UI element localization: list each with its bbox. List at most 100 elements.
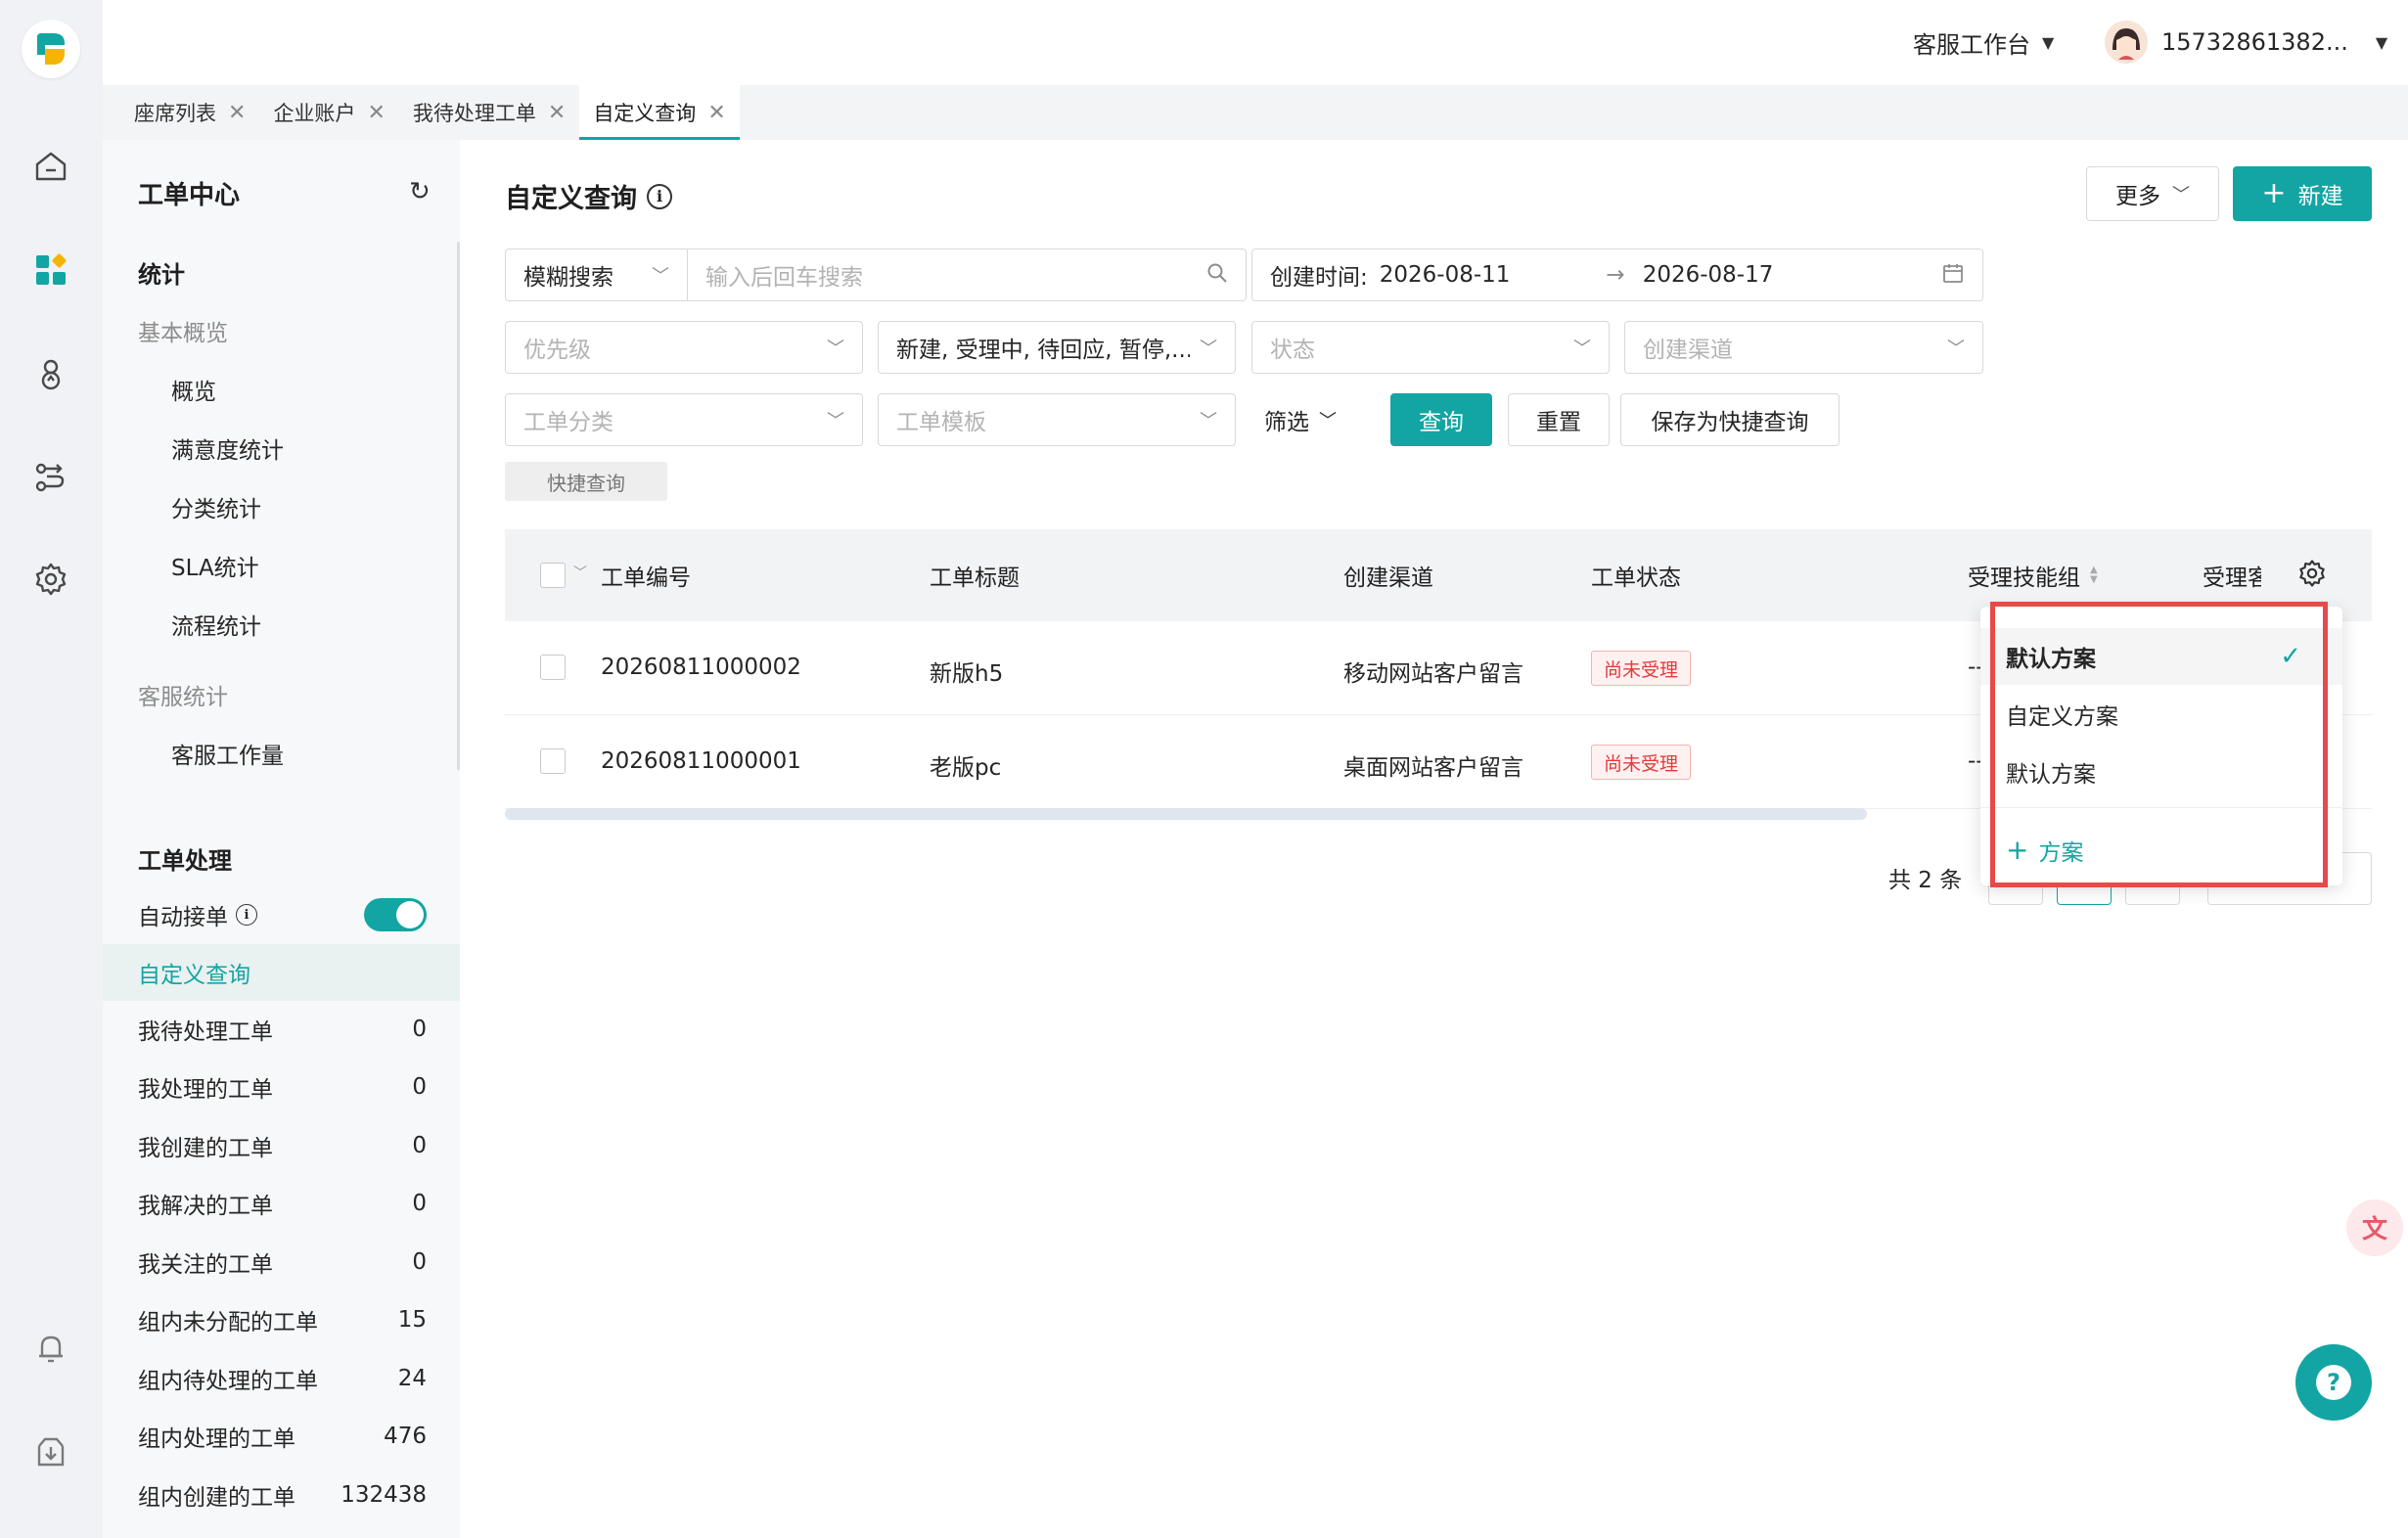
chevron-down-icon: ﹀ (1319, 411, 1337, 431)
info-icon[interactable]: i (647, 183, 672, 209)
close-icon[interactable]: ✕ (548, 101, 566, 125)
icon-rail (0, 0, 103, 1538)
date-start[interactable]: 2026-08-11 (1380, 262, 1511, 288)
bell-icon[interactable] (29, 1327, 72, 1370)
sidebar-item-sla-stats[interactable]: SLA统计 (171, 549, 259, 582)
created-time-range[interactable]: 创建时间: 2026-08-11 → 2026-08-17 (1251, 249, 1983, 301)
sidebar-item-my-created[interactable]: 我创建的工单 0 (103, 1117, 460, 1174)
chevron-down-icon: ﹀ (827, 411, 844, 431)
query-button[interactable]: 查询 (1390, 393, 1492, 446)
tab-custom-query[interactable]: 自定义查询 ✕ (579, 85, 741, 140)
priority-select[interactable]: 优先级 ﹀ (505, 321, 863, 374)
ticket-title[interactable]: 老版pc (930, 748, 1001, 782)
search-type-select[interactable]: 模糊搜索 ﹀ (505, 249, 687, 301)
sidebar-item-count: 15 (397, 1307, 427, 1333)
ticket-status-multiselect[interactable]: 新建, 受理中, 待回应, 暂停,... ﹀ (878, 321, 1236, 374)
sidebar-item-cs-workload[interactable]: 客服工作量 (171, 737, 284, 770)
tab-label: 企业账户 (273, 102, 356, 125)
sidebar-item-label: 组内未分配的工单 (138, 1310, 318, 1335)
template-select[interactable]: 工单模板 ﹀ (878, 393, 1236, 446)
new-ticket-button[interactable]: + 新建 (2233, 166, 2372, 221)
column-settings-icon[interactable] (2297, 559, 2327, 592)
auto-accept-label: 自动接单 (138, 905, 228, 930)
download-icon[interactable] (29, 1430, 72, 1473)
overview-group[interactable]: 基本概览 (138, 314, 228, 347)
arrow-right-icon: → (1606, 262, 1625, 288)
search-icon[interactable] (1206, 262, 1228, 289)
sidebar-item-label: 自定义查询 (138, 963, 250, 988)
caret-down-icon: ▼ (2375, 32, 2388, 52)
sidebar-item-count: 0 (412, 1191, 427, 1216)
ticket-center-sidebar: 工单中心 ↻ 统计 基本概览 概览 满意度统计 分类统计 SLA统计 流程统计 … (103, 140, 463, 1538)
app-logo[interactable] (22, 20, 80, 78)
sidebar-item-category-stats[interactable]: 分类统计 (171, 490, 261, 523)
sidebar-item-label: 我解决的工单 (138, 1194, 273, 1219)
info-icon[interactable]: i (236, 904, 257, 926)
refresh-icon[interactable]: ↻ (409, 177, 431, 206)
row-checkbox[interactable] (540, 655, 566, 680)
ticket-status-value: 新建, 受理中, 待回应, 暂停,... (896, 338, 1190, 363)
category-select[interactable]: 工单分类 ﹀ (505, 393, 863, 446)
chevron-down-icon[interactable]: ﹀ (573, 563, 587, 582)
col-assignee: 受理客 (2203, 565, 2261, 591)
sidebar-item-satisfaction[interactable]: 满意度统计 (171, 431, 284, 465)
sidebar-item-my-processed[interactable]: 我处理的工单 0 (103, 1059, 460, 1115)
col-skill-group-label: 受理技能组 (1968, 565, 2080, 591)
user-menu[interactable]: 15732861382... ▼ (2105, 18, 2387, 67)
chevron-down-icon: ﹀ (652, 266, 669, 287)
sidebar-item-group-processed[interactable]: 组内处理的工单 476 (103, 1408, 460, 1465)
translate-icon[interactable]: 文 (2346, 1199, 2403, 1256)
auto-accept-toggle[interactable] (364, 898, 427, 931)
tab-enterprise-account[interactable]: 企业账户 ✕ (259, 85, 398, 140)
filter-toggle[interactable]: 筛选 ﹀ (1251, 393, 1349, 446)
settings-icon[interactable] (29, 558, 72, 601)
sort-icon[interactable]: ▲ ▼ (2090, 565, 2098, 585)
workspace-switcher[interactable]: 客服工作台 ▼ (1913, 25, 2054, 59)
save-quick-query-button[interactable]: 保存为快捷查询 (1620, 393, 1840, 446)
sidebar-item-group-created[interactable]: 组内创建的工单 132438 (103, 1467, 460, 1523)
sidebar-item-custom-query[interactable]: 自定义查询 (103, 944, 463, 1001)
flow-icon[interactable] (29, 456, 72, 499)
reset-button[interactable]: 重置 (1508, 393, 1610, 446)
calendar-icon[interactable] (1941, 261, 1965, 290)
query-label: 查询 (1419, 410, 1464, 435)
help-button[interactable]: ? (2295, 1344, 2372, 1421)
search-placeholder: 输入后回车搜索 (705, 265, 863, 291)
logo-icon (37, 33, 65, 65)
sidebar-item-overview[interactable]: 概览 (171, 373, 216, 406)
tab-my-pending[interactable]: 我待处理工单 ✕ (399, 85, 579, 140)
contacts-icon[interactable] (29, 352, 72, 395)
select-all-checkbox[interactable] (540, 563, 566, 588)
sidebar-item-group-unassigned[interactable]: 组内未分配的工单 15 (103, 1291, 460, 1348)
channel-select[interactable]: 创建渠道 ﹀ (1624, 321, 1983, 374)
sidebar-item-group-pending[interactable]: 组内待处理的工单 24 (103, 1350, 460, 1407)
state-select[interactable]: 状态 ﹀ (1251, 321, 1610, 374)
sidebar-item-my-pending[interactable]: 我待处理工单 0 (103, 1001, 460, 1058)
date-end[interactable]: 2026-08-17 (1643, 262, 1774, 288)
search-input[interactable]: 输入后回车搜索 (687, 249, 1247, 301)
more-button[interactable]: 更多 ﹀ (2086, 166, 2219, 221)
ticket-id[interactable]: 20260811000002 (601, 655, 801, 680)
chevron-down-icon: ﹀ (827, 339, 844, 359)
top-bar: 客服工作台 ▼ 15732861382... ▼ (103, 0, 2408, 85)
sidebar-item-my-followed[interactable]: 我关注的工单 0 (103, 1234, 460, 1290)
chevron-down-icon: ﹀ (2172, 185, 2190, 205)
quick-query-tag[interactable]: 快捷查询 (505, 462, 667, 501)
sidebar-item-label: 组内处理的工单 (138, 1426, 295, 1452)
sidebar-item-my-resolved[interactable]: 我解决的工单 0 (103, 1175, 460, 1232)
cs-group[interactable]: 客服统计 (138, 678, 228, 711)
ticket-channel: 桌面网站客户留言 (1343, 755, 1523, 781)
col-skill-group[interactable]: 受理技能组 ▲ ▼ (1968, 559, 2098, 592)
table-horizontal-scrollbar[interactable] (505, 808, 1867, 820)
ticket-grid-icon[interactable] (29, 249, 72, 292)
close-icon[interactable]: ✕ (367, 101, 385, 125)
close-icon[interactable]: ✕ (228, 101, 246, 125)
sidebar-item-flow-stats[interactable]: 流程统计 (171, 608, 261, 641)
chevron-down-icon: ﹀ (1947, 339, 1965, 359)
row-checkbox[interactable] (540, 748, 566, 774)
state-placeholder: 状态 (1270, 338, 1315, 363)
close-icon[interactable]: ✕ (707, 101, 725, 125)
tab-agent-list[interactable]: 座席列表 ✕ (120, 85, 259, 140)
ticket-title[interactable]: 新版h5 (930, 655, 1003, 688)
ticket-id[interactable]: 20260811000001 (601, 748, 801, 774)
